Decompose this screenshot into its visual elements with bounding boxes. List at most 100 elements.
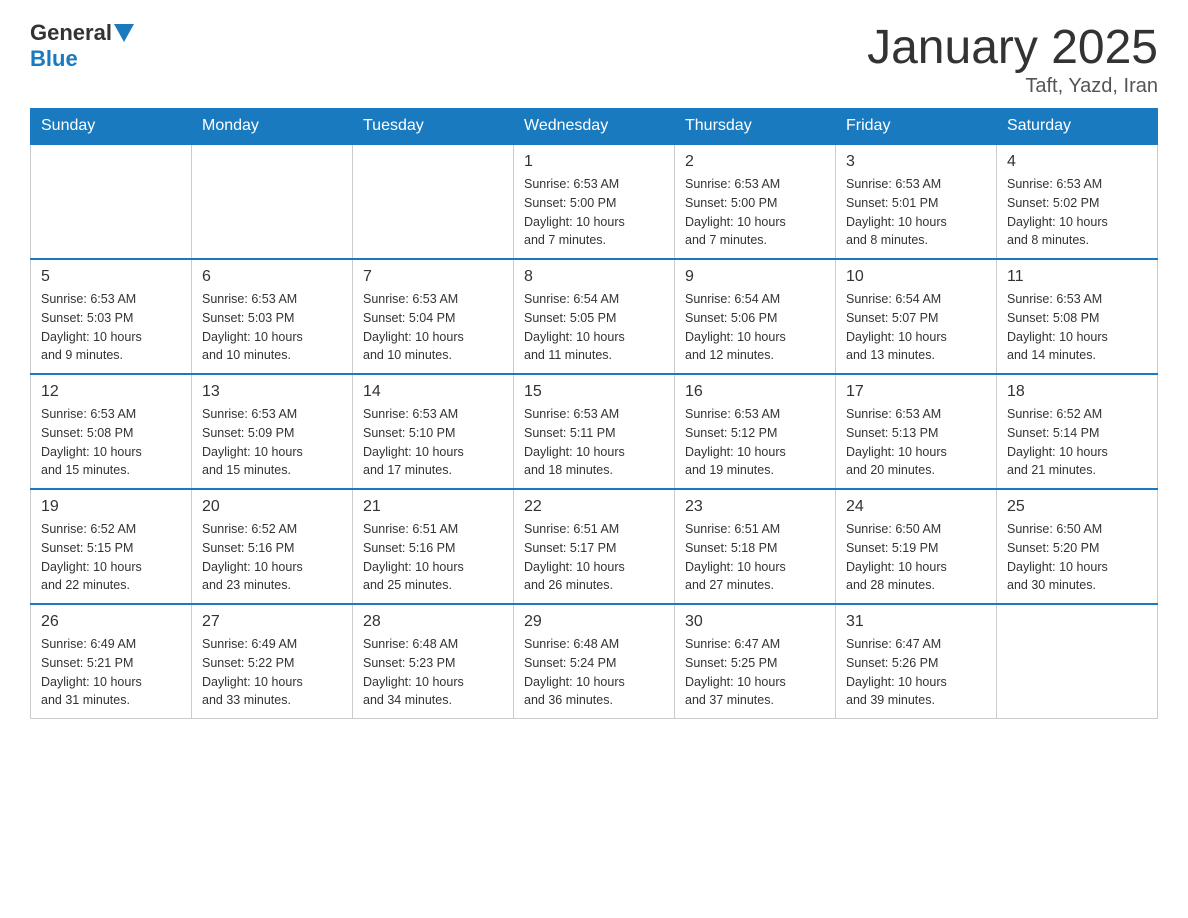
day-info: Sunrise: 6:47 AM Sunset: 5:25 PM Dayligh… [685, 635, 825, 710]
calendar-cell: 20 Sunrise: 6:52 AM Sunset: 5:16 PM Dayli… [192, 489, 353, 604]
day-info: Sunrise: 6:47 AM Sunset: 5:26 PM Dayligh… [846, 635, 986, 710]
day-number: 12 [41, 383, 181, 401]
day-info: Sunrise: 6:53 AM Sunset: 5:03 PM Dayligh… [41, 290, 181, 365]
week-row-3: 12 Sunrise: 6:53 AM Sunset: 5:08 PM Dayli… [31, 374, 1158, 489]
day-number: 25 [1007, 498, 1147, 516]
calendar-cell [353, 144, 514, 259]
day-info: Sunrise: 6:54 AM Sunset: 5:06 PM Dayligh… [685, 290, 825, 365]
day-info: Sunrise: 6:51 AM Sunset: 5:18 PM Dayligh… [685, 520, 825, 595]
day-number: 8 [524, 268, 664, 286]
weekday-header-wednesday: Wednesday [514, 109, 675, 145]
day-info: Sunrise: 6:53 AM Sunset: 5:00 PM Dayligh… [524, 175, 664, 250]
calendar-cell: 2 Sunrise: 6:53 AM Sunset: 5:00 PM Daylig… [675, 144, 836, 259]
calendar-cell: 11Sunrise: 6:53 AM Sunset: 5:08 PM Dayli… [997, 259, 1158, 374]
logo-general: General [30, 20, 112, 46]
calendar-cell: 8 Sunrise: 6:54 AM Sunset: 5:05 PM Daylig… [514, 259, 675, 374]
calendar-cell: 19Sunrise: 6:52 AM Sunset: 5:15 PM Dayli… [31, 489, 192, 604]
day-info: Sunrise: 6:52 AM Sunset: 5:16 PM Dayligh… [202, 520, 342, 595]
day-number: 21 [363, 498, 503, 516]
day-info: Sunrise: 6:53 AM Sunset: 5:12 PM Dayligh… [685, 405, 825, 480]
calendar-cell: 23 Sunrise: 6:51 AM Sunset: 5:18 PM Dayli… [675, 489, 836, 604]
location: Taft, Yazd, Iran [867, 75, 1158, 98]
weekday-header-friday: Friday [836, 109, 997, 145]
day-info: Sunrise: 6:53 AM Sunset: 5:13 PM Dayligh… [846, 405, 986, 480]
calendar-cell: 22Sunrise: 6:51 AM Sunset: 5:17 PM Dayli… [514, 489, 675, 604]
day-info: Sunrise: 6:53 AM Sunset: 5:04 PM Dayligh… [363, 290, 503, 365]
calendar-cell: 28 Sunrise: 6:48 AM Sunset: 5:23 PM Dayli… [353, 604, 514, 719]
day-number: 1 [524, 153, 664, 171]
calendar-cell: 30 Sunrise: 6:47 AM Sunset: 5:25 PM Dayli… [675, 604, 836, 719]
calendar-cell [997, 604, 1158, 719]
logo-triangle-icon [114, 24, 134, 42]
calendar-cell: 5 Sunrise: 6:53 AM Sunset: 5:03 PM Daylig… [31, 259, 192, 374]
day-number: 29 [524, 613, 664, 631]
day-number: 19 [41, 498, 181, 516]
day-number: 31 [846, 613, 986, 631]
calendar-cell: 7Sunrise: 6:53 AM Sunset: 5:04 PM Daylig… [353, 259, 514, 374]
calendar-cell: 26 Sunrise: 6:49 AM Sunset: 5:21 PM Dayli… [31, 604, 192, 719]
day-number: 11 [1007, 268, 1147, 286]
logo-blue: Blue [30, 46, 78, 72]
calendar-cell: 29 Sunrise: 6:48 AM Sunset: 5:24 PM Dayli… [514, 604, 675, 719]
day-number: 9 [685, 268, 825, 286]
day-info: Sunrise: 6:53 AM Sunset: 5:08 PM Dayligh… [41, 405, 181, 480]
calendar-cell: 15 Sunrise: 6:53 AM Sunset: 5:11 PM Dayli… [514, 374, 675, 489]
week-row-4: 19Sunrise: 6:52 AM Sunset: 5:15 PM Dayli… [31, 489, 1158, 604]
day-number: 28 [363, 613, 503, 631]
day-number: 22 [524, 498, 664, 516]
calendar-cell: 4 Sunrise: 6:53 AM Sunset: 5:02 PM Daylig… [997, 144, 1158, 259]
day-number: 20 [202, 498, 342, 516]
calendar-cell: 9 Sunrise: 6:54 AM Sunset: 5:06 PM Daylig… [675, 259, 836, 374]
calendar-cell: 1 Sunrise: 6:53 AM Sunset: 5:00 PM Daylig… [514, 144, 675, 259]
calendar-cell: 31 Sunrise: 6:47 AM Sunset: 5:26 PM Dayli… [836, 604, 997, 719]
calendar-cell [192, 144, 353, 259]
calendar-cell: 12 Sunrise: 6:53 AM Sunset: 5:08 PM Dayli… [31, 374, 192, 489]
day-info: Sunrise: 6:53 AM Sunset: 5:00 PM Dayligh… [685, 175, 825, 250]
week-row-1: 1 Sunrise: 6:53 AM Sunset: 5:00 PM Daylig… [31, 144, 1158, 259]
day-number: 17 [846, 383, 986, 401]
day-number: 2 [685, 153, 825, 171]
day-number: 15 [524, 383, 664, 401]
week-row-2: 5 Sunrise: 6:53 AM Sunset: 5:03 PM Daylig… [31, 259, 1158, 374]
month-title: January 2025 [867, 20, 1158, 75]
day-info: Sunrise: 6:48 AM Sunset: 5:23 PM Dayligh… [363, 635, 503, 710]
day-number: 26 [41, 613, 181, 631]
logo: General Blue [30, 20, 136, 72]
day-info: Sunrise: 6:53 AM Sunset: 5:11 PM Dayligh… [524, 405, 664, 480]
day-info: Sunrise: 6:54 AM Sunset: 5:05 PM Dayligh… [524, 290, 664, 365]
day-number: 3 [846, 153, 986, 171]
day-info: Sunrise: 6:53 AM Sunset: 5:02 PM Dayligh… [1007, 175, 1147, 250]
day-number: 14 [363, 383, 503, 401]
calendar-cell: 27 Sunrise: 6:49 AM Sunset: 5:22 PM Dayli… [192, 604, 353, 719]
day-number: 5 [41, 268, 181, 286]
calendar-table: SundayMondayTuesdayWednesdayThursdayFrid… [30, 108, 1158, 719]
weekday-header-row: SundayMondayTuesdayWednesdayThursdayFrid… [31, 109, 1158, 145]
day-number: 4 [1007, 153, 1147, 171]
day-number: 30 [685, 613, 825, 631]
weekday-header-thursday: Thursday [675, 109, 836, 145]
day-number: 6 [202, 268, 342, 286]
calendar-cell: 14 Sunrise: 6:53 AM Sunset: 5:10 PM Dayli… [353, 374, 514, 489]
day-info: Sunrise: 6:53 AM Sunset: 5:03 PM Dayligh… [202, 290, 342, 365]
weekday-header-tuesday: Tuesday [353, 109, 514, 145]
day-info: Sunrise: 6:49 AM Sunset: 5:21 PM Dayligh… [41, 635, 181, 710]
calendar-cell [31, 144, 192, 259]
day-info: Sunrise: 6:51 AM Sunset: 5:16 PM Dayligh… [363, 520, 503, 595]
calendar-cell: 25 Sunrise: 6:50 AM Sunset: 5:20 PM Dayli… [997, 489, 1158, 604]
calendar-cell: 10Sunrise: 6:54 AM Sunset: 5:07 PM Dayli… [836, 259, 997, 374]
title-section: January 2025 Taft, Yazd, Iran [867, 20, 1158, 98]
day-info: Sunrise: 6:50 AM Sunset: 5:19 PM Dayligh… [846, 520, 986, 595]
day-info: Sunrise: 6:54 AM Sunset: 5:07 PM Dayligh… [846, 290, 986, 365]
day-number: 24 [846, 498, 986, 516]
weekday-header-sunday: Sunday [31, 109, 192, 145]
calendar-cell: 21 Sunrise: 6:51 AM Sunset: 5:16 PM Dayli… [353, 489, 514, 604]
day-info: Sunrise: 6:50 AM Sunset: 5:20 PM Dayligh… [1007, 520, 1147, 595]
day-info: Sunrise: 6:49 AM Sunset: 5:22 PM Dayligh… [202, 635, 342, 710]
day-info: Sunrise: 6:48 AM Sunset: 5:24 PM Dayligh… [524, 635, 664, 710]
calendar-cell: 3Sunrise: 6:53 AM Sunset: 5:01 PM Daylig… [836, 144, 997, 259]
day-info: Sunrise: 6:53 AM Sunset: 5:10 PM Dayligh… [363, 405, 503, 480]
day-number: 27 [202, 613, 342, 631]
calendar-cell: 24 Sunrise: 6:50 AM Sunset: 5:19 PM Dayli… [836, 489, 997, 604]
calendar-cell: 18Sunrise: 6:52 AM Sunset: 5:14 PM Dayli… [997, 374, 1158, 489]
day-number: 23 [685, 498, 825, 516]
